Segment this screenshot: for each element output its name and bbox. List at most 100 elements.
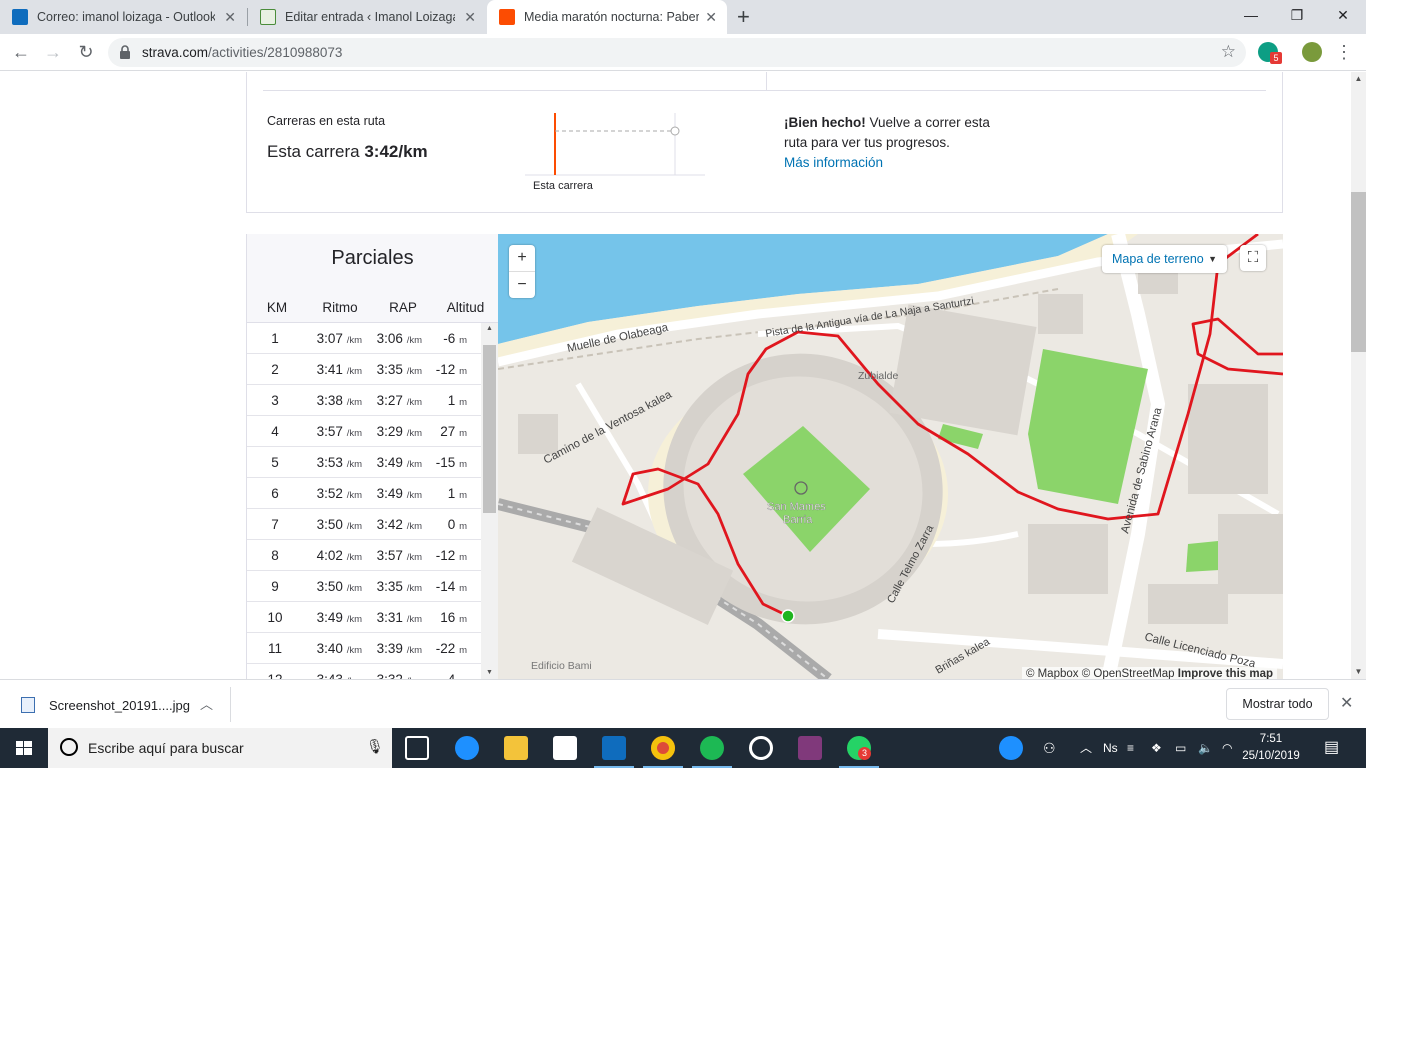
tab-strava[interactable]: Media maratón nocturna: Paberr ✕ [487,0,727,34]
dropbox-tray-icon[interactable]: ❖ [1151,728,1162,768]
scroll-thumb[interactable] [1351,192,1366,352]
app-ring-icon[interactable] [749,736,773,760]
split-altitude: -12 m [422,362,477,377]
split-pace: 3:38 /km [303,393,362,408]
minimize-button[interactable]: — [1228,0,1274,30]
close-icon[interactable]: ✕ [705,9,717,25]
split-alt-value: -22 [435,640,456,656]
split-rap: 3:06 /km [362,331,422,346]
split-pace: 3:07 /km [303,331,362,346]
split-alt-value: -15 [435,454,456,470]
route-start-marker [781,609,795,623]
show-all-button[interactable]: Mostrar todo [1226,688,1329,720]
dropbox-icon[interactable] [553,736,577,760]
table-row[interactable]: 5 3:53 /km 3:49 /km -15 m [247,447,481,478]
split-rap: 3:29 /km [362,424,422,439]
scroll-up-arrow-icon[interactable]: ▲ [481,323,498,335]
new-tab-button[interactable]: + [737,4,750,30]
split-rap: 3:42 /km [362,517,422,532]
table-row[interactable]: 8 4:02 /km 3:57 /km -12 m [247,540,481,571]
notes-icon[interactable]: ≡ [1127,728,1134,768]
back-button[interactable]: ← [8,39,34,65]
scroll-up-arrow-icon[interactable]: ▲ [1351,72,1366,86]
split-altitude: 1 m [422,393,477,408]
split-pace-value: 3:57 [316,423,343,439]
notifications-icon[interactable]: ▤ [1324,728,1339,768]
table-row[interactable]: 10 3:49 /km 3:31 /km 16 m [247,602,481,633]
route-pace-prefix: Esta carrera [267,142,360,161]
profile-avatar[interactable] [1302,42,1322,62]
tab-wordpress[interactable]: Editar entrada ‹ Imanol Loizaga — ✕ [248,0,486,34]
clock-time: 7:51 [1259,733,1283,745]
clock-date: 25/10/2019 [1242,750,1300,762]
table-row[interactable]: 6 3:52 /km 3:49 /km 1 m [247,478,481,509]
taskbar-search[interactable]: Escribe aquí para buscar 🎙 [48,728,392,768]
onenote-icon[interactable] [798,736,822,760]
restore-button[interactable]: ❐ [1274,0,1320,30]
microphone-icon[interactable]: 🎙 [366,738,384,755]
table-row[interactable]: 2 3:41 /km 3:35 /km -12 m [247,354,481,385]
page-scrollbar[interactable]: ▲ ▼ [1351,72,1366,679]
table-row[interactable]: 9 3:50 /km 3:35 /km -14 m [247,571,481,602]
chevron-up-icon[interactable]: ︿ [200,694,213,713]
spotify-icon[interactable] [700,736,724,760]
close-icon[interactable]: ✕ [1340,693,1353,713]
more-info-link[interactable]: Más información [784,155,883,170]
table-row[interactable]: 11 3:40 /km 3:39 /km -22 m [247,633,481,664]
close-window-button[interactable]: ✕ [1320,0,1366,30]
split-rap: 3:31 /km [362,610,422,625]
fullscreen-icon[interactable]: ⛶ [1240,245,1266,271]
alt-unit: m [459,489,467,501]
chrome-icon[interactable] [651,736,675,760]
running-indicator [594,766,634,768]
split-altitude: -15 m [422,455,477,470]
splits-table-body[interactable]: 1 3:07 /km 3:06 /km -6 m 2 3:41 /km 3:35 /km -1… [247,323,481,679]
menu-kebab-icon[interactable]: ⋮ [1331,39,1357,65]
splits-scrollbar[interactable]: ▲ ▼ [481,323,498,679]
route-map[interactable]: Muelle de Olabeaga Pista de la Antigua v… [498,234,1283,679]
close-icon[interactable]: ✕ [464,9,476,25]
download-file-name[interactable]: Screenshot_20191....jpg [49,698,190,713]
split-alt-value: 1 [447,485,456,501]
split-rap-value: 3:49 [376,485,403,501]
chevron-up-icon[interactable]: ︿ [1080,728,1092,768]
wifi-icon[interactable]: ◠ [1222,728,1232,768]
start-button[interactable] [0,728,48,768]
taskbar-clock[interactable]: 7:51 25/10/2019 [1236,731,1306,765]
scroll-down-arrow-icon[interactable]: ▼ [1351,665,1366,679]
route-tip: ¡Bien hecho! Vuelve a correr esta ruta p… [784,113,1014,173]
edge-icon[interactable] [455,736,479,760]
table-row[interactable]: 3 3:38 /km 3:27 /km 1 m [247,385,481,416]
map-style-dropdown[interactable]: Mapa de terreno ▼ [1102,245,1227,273]
file-explorer-icon[interactable] [504,736,528,760]
alt-unit: m [459,334,467,346]
split-alt-value: 4 [447,671,456,680]
scroll-down-arrow-icon[interactable]: ▼ [481,667,498,679]
help-icon[interactable] [999,736,1023,760]
tab-outlook[interactable]: Correo: imanol loizaga - Outlook ✕ [0,0,246,34]
outlook-app-icon[interactable] [602,736,626,760]
tab-label: Correo: imanol loizaga - Outlook [37,10,215,24]
close-icon[interactable]: ✕ [224,9,236,25]
task-view-icon[interactable] [405,736,429,760]
battery-icon[interactable]: ▭ [1175,728,1186,768]
scroll-thumb[interactable] [483,345,496,513]
table-row[interactable]: 4 3:57 /km 3:29 /km 27 m [247,416,481,447]
table-row[interactable]: 1 3:07 /km 3:06 /km -6 m [247,323,481,354]
forward-button[interactable]: → [40,39,66,65]
people-icon[interactable]: ⚇ [1043,728,1056,768]
split-pace-value: 3:52 [316,485,343,501]
improve-map-link[interactable]: Improve this map [1178,668,1273,679]
address-bar[interactable]: strava.com/activities/2810988073 ☆ [108,38,1246,67]
pace-unit: /km [346,427,362,439]
table-row[interactable]: 7 3:50 /km 3:42 /km 0 m [247,509,481,540]
bookmark-star-icon[interactable]: ☆ [1221,42,1236,62]
zoom-in-button[interactable]: + [509,245,535,271]
zoom-out-button[interactable]: − [509,271,535,297]
volume-icon[interactable]: 🔈 [1198,728,1213,768]
table-row[interactable]: 12 3:43 /km3:32 /km4 m [247,664,481,680]
split-altitude: 27 m [422,424,477,439]
split-pace-value: 3:41 [316,361,343,377]
ime-icon[interactable]: Ns [1103,728,1118,768]
reload-button[interactable]: ↻ [73,39,99,65]
